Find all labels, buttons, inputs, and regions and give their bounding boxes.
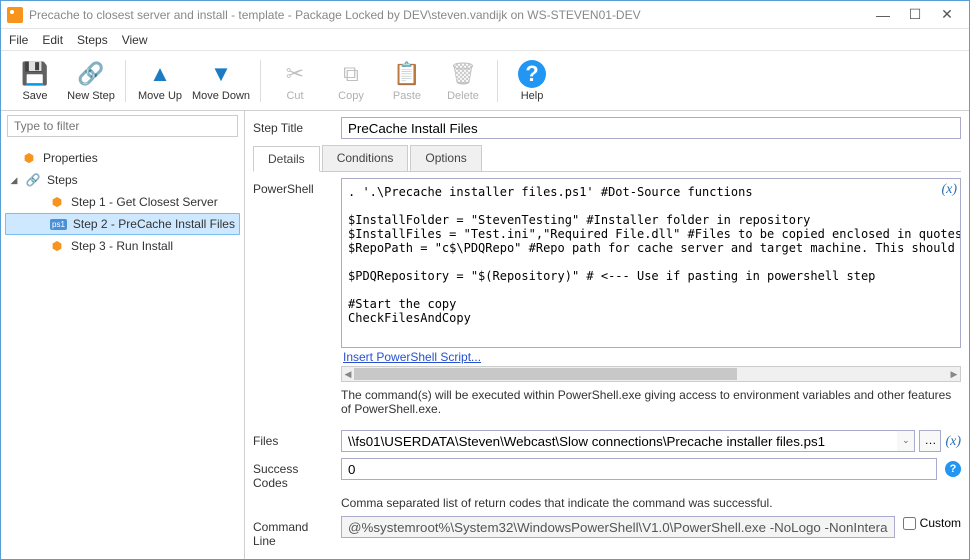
tab-conditions[interactable]: Conditions xyxy=(322,145,409,171)
files-dropdown-button[interactable]: ⌄ xyxy=(897,430,915,452)
new-step-icon: 🔗 xyxy=(77,60,105,88)
files-input[interactable] xyxy=(341,430,898,452)
tab-details[interactable]: Details xyxy=(253,146,320,172)
paste-icon: 📋 xyxy=(393,60,421,88)
step-icon: ⬢ xyxy=(49,238,65,254)
menu-file[interactable]: File xyxy=(9,33,28,47)
menubar: File Edit Steps View xyxy=(1,29,969,51)
step-title-input[interactable] xyxy=(341,117,961,139)
delete-icon: 🗑 xyxy=(449,60,477,88)
tree-step-2[interactable]: ps1 Step 2 - PreCache Install Files xyxy=(5,213,240,235)
files-label: Files xyxy=(253,430,333,448)
move-down-button[interactable]: ▼ Move Down xyxy=(190,54,252,108)
menu-view[interactable]: View xyxy=(122,33,148,47)
minimize-button[interactable]: — xyxy=(867,4,899,26)
scroll-left-icon[interactable]: ◀ xyxy=(342,367,354,381)
powershell-label: PowerShell xyxy=(253,178,333,196)
powershell-textarea[interactable] xyxy=(341,178,961,348)
success-codes-label: Success Codes xyxy=(253,458,333,490)
command-line-label: Command Line xyxy=(253,516,333,548)
close-button[interactable]: ✕ xyxy=(931,4,963,26)
insert-script-link[interactable]: Insert PowerShell Script... xyxy=(341,348,961,364)
tree-properties[interactable]: ⬢ Properties xyxy=(5,147,240,169)
tree-steps[interactable]: ◢ 🔗 Steps xyxy=(5,169,240,191)
move-up-button[interactable]: ▲ Move Up xyxy=(134,54,186,108)
help-button[interactable]: ? Help xyxy=(506,54,558,108)
separator xyxy=(497,60,498,102)
box-icon: ⬢ xyxy=(21,150,37,166)
cut-button: ✂ Cut xyxy=(269,54,321,108)
command-line-input[interactable] xyxy=(341,516,895,538)
copy-icon: ⧉ xyxy=(337,60,365,88)
custom-checkbox[interactable]: Custom xyxy=(903,516,961,530)
tabs: Details Conditions Options xyxy=(253,145,961,172)
app-icon xyxy=(7,7,23,23)
maximize-button[interactable]: ☐ xyxy=(899,4,931,26)
tab-options[interactable]: Options xyxy=(410,145,481,171)
sidebar: ⬢ Properties ◢ 🔗 Steps ⬢ Step 1 - Get Cl… xyxy=(1,111,245,559)
help-icon[interactable]: ? xyxy=(945,461,961,477)
step-title-label: Step Title xyxy=(253,117,333,135)
menu-edit[interactable]: Edit xyxy=(42,33,63,47)
variable-icon[interactable]: (x) xyxy=(945,432,961,450)
variable-icon[interactable]: (x) xyxy=(941,182,957,198)
arrow-down-icon: ▼ xyxy=(207,60,235,88)
new-step-button[interactable]: 🔗 New Step xyxy=(65,54,117,108)
custom-checkbox-input[interactable] xyxy=(903,517,916,530)
toolbar: 💾 Save 🔗 New Step ▲ Move Up ▼ Move Down … xyxy=(1,51,969,111)
arrow-up-icon: ▲ xyxy=(146,60,174,88)
steps-icon: 🔗 xyxy=(25,172,41,188)
main-panel: Step Title Details Conditions Options Po… xyxy=(245,111,969,559)
step-icon: ⬢ xyxy=(49,194,65,210)
separator xyxy=(125,60,126,102)
tree-step-1[interactable]: ⬢ Step 1 - Get Closest Server xyxy=(5,191,240,213)
help-icon: ? xyxy=(518,60,546,88)
expander-icon[interactable]: ◢ xyxy=(9,175,19,186)
powershell-help-text: The command(s) will be executed within P… xyxy=(341,388,961,416)
paste-button: 📋 Paste xyxy=(381,54,433,108)
menu-steps[interactable]: Steps xyxy=(77,33,108,47)
save-icon: 💾 xyxy=(21,60,49,88)
titlebar: Precache to closest server and install -… xyxy=(1,1,969,29)
success-codes-input[interactable] xyxy=(341,458,937,480)
delete-button: 🗑 Delete xyxy=(437,54,489,108)
save-button[interactable]: 💾 Save xyxy=(9,54,61,108)
success-help-text: Comma separated list of return codes tha… xyxy=(341,496,773,510)
window-title: Precache to closest server and install -… xyxy=(29,8,867,22)
files-browse-button[interactable]: … xyxy=(919,430,941,452)
scroll-right-icon[interactable]: ▶ xyxy=(948,367,960,381)
filter-input[interactable] xyxy=(7,115,238,137)
tree: ⬢ Properties ◢ 🔗 Steps ⬢ Step 1 - Get Cl… xyxy=(1,141,244,559)
ps-icon: ps1 xyxy=(50,219,67,230)
cut-icon: ✂ xyxy=(281,60,309,88)
separator xyxy=(260,60,261,102)
copy-button: ⧉ Copy xyxy=(325,54,377,108)
tree-step-3[interactable]: ⬢ Step 3 - Run Install xyxy=(5,235,240,257)
horizontal-scrollbar[interactable]: ◀ ▶ xyxy=(341,366,961,382)
scroll-thumb[interactable] xyxy=(354,368,737,380)
